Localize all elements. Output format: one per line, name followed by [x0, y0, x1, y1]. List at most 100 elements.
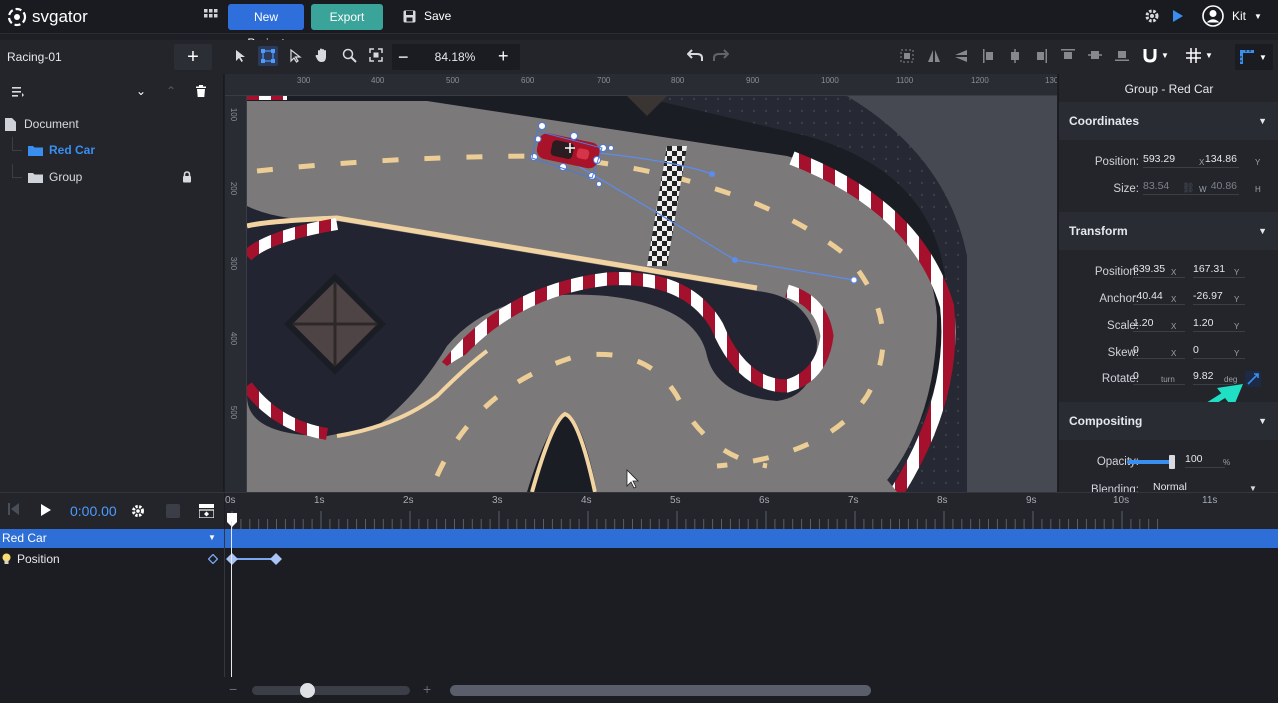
skip-start-icon[interactable] [8, 503, 19, 518]
delete-trash-icon[interactable] [196, 85, 206, 100]
timeline-zoom-slider[interactable] [252, 683, 410, 698]
position-y-input[interactable]: 134.86 [1195, 150, 1239, 168]
transform-section-header[interactable]: Transform ▼ [1059, 212, 1278, 250]
layer-red-car[interactable]: Red Car [0, 137, 224, 163]
transform-position-row: Position: 639.35 X 167.31 Y [1059, 260, 1278, 286]
time-label: 4s [581, 495, 592, 506]
magnet-icon [1143, 49, 1157, 63]
align-left-icon[interactable] [983, 49, 995, 66]
layer-group[interactable]: Group [0, 164, 224, 190]
transform-anchor-row: Anchor: -40.44 X -26.97 Y [1059, 287, 1278, 313]
play-icon[interactable] [41, 504, 51, 519]
time-label: 3s [492, 495, 503, 506]
timeline-zoom-thumb[interactable] [300, 683, 315, 698]
timeline-ruler[interactable]: 0s 1s 2s 3s 4s 5s 6s 7s 8s 9s 10s 11s [225, 493, 1278, 529]
timeline-scrollbar[interactable] [450, 685, 871, 696]
add-element-button[interactable]: + [174, 44, 212, 70]
keyframe-panel-icon[interactable] [198, 504, 215, 521]
move-up-icon[interactable]: ⌃ [166, 84, 176, 98]
canvas-area[interactable]: 300 400 500 600 700 800 900 1000 1100 12… [225, 74, 1057, 492]
skew-x-input[interactable]: 0 [1133, 341, 1185, 359]
layers-panel: ⌄ ⌃ Document Red Car Group [0, 74, 224, 492]
document-icon [5, 117, 16, 131]
opacity-slider-thumb[interactable] [1169, 455, 1175, 469]
unit-label: Y [1234, 322, 1240, 331]
timeline-zoom-in-button[interactable]: + [423, 681, 431, 697]
layer-options-icon[interactable] [12, 86, 24, 100]
save-button[interactable]: Save [403, 9, 451, 23]
zoom-out-button[interactable]: − [398, 47, 409, 68]
chevron-down-icon: ▼ [1249, 484, 1257, 492]
app-logo[interactable]: svgator [6, 7, 88, 27]
settings-icon[interactable] [1144, 8, 1160, 27]
property-row-position[interactable]: Position [0, 549, 224, 569]
layer-name: Document [24, 117, 79, 131]
undo-icon[interactable] [686, 49, 703, 65]
align-middle-icon[interactable] [1088, 49, 1102, 64]
opacity-row: Opacity: 100 % [1059, 450, 1278, 476]
align-bottom-icon[interactable] [1115, 49, 1129, 64]
ruler-tick: 400 [371, 76, 385, 85]
align-right-icon[interactable] [1035, 49, 1047, 66]
scale-x-input[interactable]: 1.20 [1133, 314, 1185, 332]
lightbulb-icon[interactable] [2, 553, 11, 565]
pan-hand-icon[interactable] [315, 48, 329, 66]
flip-horizontal-icon[interactable] [927, 49, 941, 66]
select-tool-icon[interactable] [235, 49, 247, 66]
rulers-button[interactable]: ▼ [1235, 44, 1273, 70]
redo-icon[interactable] [713, 49, 730, 65]
unit-label: Y [1234, 268, 1240, 277]
preview-play-icon[interactable] [1172, 9, 1184, 26]
timeline-zoom-out-button[interactable]: − [229, 681, 237, 697]
align-center-icon[interactable] [1009, 49, 1021, 66]
collapse-chevron-icon[interactable]: ⌄ [136, 84, 146, 98]
anchor-x-input[interactable]: -40.44 [1133, 287, 1185, 305]
compositing-section-header[interactable]: Compositing ▼ [1059, 402, 1278, 440]
new-project-button[interactable]: New Project [228, 4, 304, 50]
export-button[interactable]: Export [311, 4, 383, 30]
link-ratio-icon[interactable]: ⛓ [1182, 183, 1195, 194]
zoom-tool-icon[interactable] [342, 48, 357, 66]
transform-position-x-input[interactable]: 639.35 [1133, 260, 1185, 278]
group-icon[interactable] [900, 49, 914, 66]
add-keyframe-icon[interactable] [208, 554, 218, 564]
opacity-input[interactable]: 100 [1185, 450, 1225, 468]
ruler-tick: 100 [229, 107, 239, 122]
magnet-snap-button[interactable]: ▼ [1143, 48, 1169, 63]
zoom-level-input[interactable]: 84.18% [424, 50, 486, 64]
current-time[interactable]: 0:00.00 [70, 503, 117, 519]
flip-vertical-icon[interactable] [954, 49, 968, 66]
vertical-ruler: 100 200 300 400 500 [225, 96, 247, 492]
save-label: Save [424, 9, 452, 23]
loop-icon[interactable] [166, 504, 180, 518]
track-row-red-car[interactable]: Red Car ▼ [0, 529, 1278, 548]
project-name[interactable]: Racing-01 [7, 50, 62, 64]
grid-snap-button[interactable]: ▼ [1186, 48, 1213, 63]
node-tool-icon[interactable] [290, 48, 302, 66]
timeline-settings-icon[interactable] [131, 504, 145, 521]
ruler-tick: 500 [229, 405, 239, 420]
playhead-handle[interactable] [227, 513, 237, 527]
size-height-input[interactable]: 40.86 [1195, 177, 1239, 195]
user-menu[interactable]: Kit ▼ [1202, 5, 1262, 27]
lock-icon[interactable] [182, 171, 192, 183]
chevron-down-icon: ▼ [1161, 51, 1169, 60]
race-track-artwork[interactable] [247, 96, 1057, 492]
fit-screen-icon[interactable] [369, 48, 383, 65]
coordinates-section-header[interactable]: Coordinates ▼ [1059, 102, 1278, 140]
opacity-slider[interactable] [1127, 455, 1175, 469]
apps-grid-icon[interactable] [202, 8, 220, 26]
keyframe-diamond [226, 553, 238, 565]
zoom-in-button[interactable]: + [498, 46, 509, 67]
unit-label: X [1171, 322, 1177, 331]
chevron-down-icon[interactable]: ▼ [208, 533, 216, 542]
layer-document[interactable]: Document [0, 111, 224, 137]
position-x-input[interactable]: 593.29 [1143, 150, 1195, 168]
property-name: Position [17, 552, 60, 566]
align-top-icon[interactable] [1061, 49, 1075, 64]
time-label: 11s [1202, 495, 1218, 506]
time-label: 2s [403, 495, 414, 506]
blending-select[interactable]: Normal [1153, 478, 1253, 492]
zoom-control: − 84.18% + [392, 44, 520, 70]
transform-tool-icon[interactable] [258, 46, 278, 66]
